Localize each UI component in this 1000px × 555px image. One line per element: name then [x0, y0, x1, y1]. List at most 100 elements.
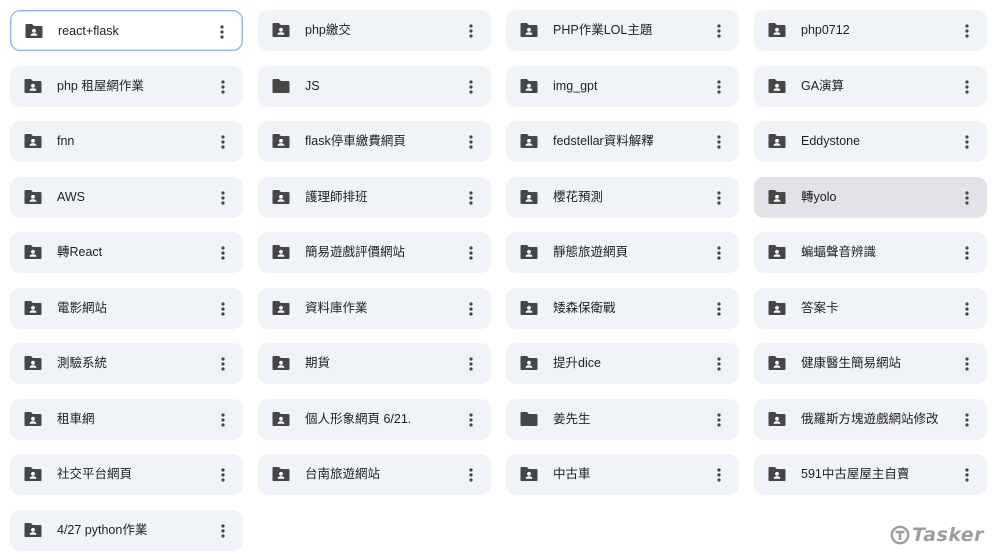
folder-name: 轉yolo — [801, 189, 837, 204]
more-vert-icon[interactable] — [711, 412, 727, 428]
folder-name: 591中古屋屋主自賣 — [801, 467, 910, 481]
shared-folder-icon — [24, 189, 42, 205]
more-vert-icon[interactable] — [959, 301, 975, 317]
shared-folder-icon — [24, 355, 42, 371]
folder-name: 個人形象網頁 6/21. — [305, 411, 412, 426]
more-vert-icon[interactable] — [463, 134, 479, 150]
more-vert-icon[interactable] — [959, 23, 975, 39]
more-vert-icon[interactable] — [463, 356, 479, 372]
tasker-watermark: Tasker — [890, 522, 984, 548]
folder-card[interactable]: 個人形象網頁 6/21. — [258, 398, 491, 440]
folder-card[interactable]: 簡易遊戲評價網站 — [258, 232, 491, 273]
folder-card[interactable]: flask停車繳費網頁 — [258, 121, 491, 162]
more-vert-icon[interactable] — [215, 523, 231, 539]
folder-card[interactable]: fnn — [10, 121, 243, 162]
folder-card[interactable]: react+flask — [10, 10, 243, 51]
folder-card[interactable]: Eddystone — [754, 121, 987, 162]
folder-card[interactable]: 姜先生 — [506, 398, 739, 440]
folder-card[interactable]: 測驗系統 — [10, 343, 243, 384]
more-vert-icon[interactable] — [463, 467, 479, 483]
folder-card[interactable]: GA演算 — [754, 65, 987, 107]
more-vert-icon[interactable] — [215, 301, 231, 317]
folder-card[interactable]: 591中古屋屋主自賣 — [754, 454, 987, 495]
folder-card[interactable]: 4/27 python作業 — [10, 509, 243, 551]
more-vert-icon[interactable] — [711, 467, 727, 483]
folder-card[interactable]: 資料庫作業 — [258, 287, 491, 329]
folder-name: 電影網站 — [57, 300, 108, 315]
shared-folder-icon — [768, 411, 786, 427]
folder-name: 提升dice — [553, 356, 601, 370]
folder-name: PHP作業LOL主題 — [553, 23, 653, 37]
folder-name: react+flask — [58, 24, 119, 38]
more-vert-icon[interactable] — [215, 134, 231, 150]
more-vert-icon[interactable] — [215, 79, 231, 95]
more-vert-icon[interactable] — [711, 23, 727, 39]
more-vert-icon[interactable] — [711, 190, 727, 206]
folder-card[interactable]: fedstellar資料解釋 — [506, 121, 739, 162]
more-vert-icon[interactable] — [463, 79, 479, 95]
more-vert-icon[interactable] — [215, 467, 231, 483]
shared-folder-icon — [768, 78, 786, 94]
folder-name: flask停車繳費網頁 — [305, 134, 406, 148]
more-vert-icon[interactable] — [711, 245, 727, 261]
folder-card[interactable]: 電影網站 — [10, 287, 243, 329]
folder-card[interactable]: AWS — [10, 176, 243, 218]
folder-card[interactable]: 期貨 — [258, 343, 491, 384]
more-vert-icon[interactable] — [463, 245, 479, 261]
more-vert-icon[interactable] — [463, 301, 479, 317]
folder-card[interactable]: 答案卡 — [754, 287, 987, 329]
folder-card[interactable]: php0712 — [754, 10, 987, 51]
more-vert-icon[interactable] — [214, 24, 230, 40]
more-vert-icon[interactable] — [959, 134, 975, 150]
folder-name: 簡易遊戲評價網站 — [305, 245, 406, 259]
folder-card[interactable]: php繳交 — [258, 10, 491, 51]
folder-card[interactable]: 護理師排班 — [258, 176, 491, 218]
more-vert-icon[interactable] — [215, 245, 231, 261]
more-vert-icon[interactable] — [463, 412, 479, 428]
folder-card[interactable]: 社交平台網頁 — [10, 454, 243, 495]
shared-folder-icon — [520, 466, 538, 482]
folder-card[interactable]: PHP作業LOL主題 — [506, 10, 739, 51]
shared-folder-icon — [520, 300, 538, 316]
folder-card[interactable]: 租車網 — [10, 398, 243, 440]
folder-name: 測驗系統 — [57, 356, 108, 370]
more-vert-icon[interactable] — [215, 190, 231, 206]
shared-folder-icon — [520, 78, 538, 94]
folder-card[interactable]: 俄羅斯方塊遊戲網站修改 — [754, 398, 987, 440]
folder-name: 中古車 — [553, 467, 591, 481]
folder-card[interactable]: 矮森保衛戰 — [506, 287, 739, 329]
more-vert-icon[interactable] — [959, 245, 975, 261]
shared-folder-icon — [768, 22, 786, 38]
more-vert-icon[interactable] — [463, 23, 479, 39]
shared-folder-icon — [24, 78, 42, 94]
shared-folder-icon — [24, 244, 42, 260]
folder-card[interactable]: 健康醫生簡易網站 — [754, 343, 987, 384]
folder-card[interactable]: 提升dice — [506, 343, 739, 384]
folder-card[interactable]: php 租屋網作業 — [10, 65, 243, 107]
folder-card[interactable]: JS — [258, 65, 491, 107]
more-vert-icon[interactable] — [711, 79, 727, 95]
folder-card[interactable]: 轉React — [10, 232, 243, 273]
more-vert-icon[interactable] — [215, 412, 231, 428]
more-vert-icon[interactable] — [959, 79, 975, 95]
folder-card[interactable]: 靜態旅遊網頁 — [506, 232, 739, 273]
folder-card[interactable]: 櫻花預測 — [506, 176, 739, 218]
more-vert-icon[interactable] — [215, 356, 231, 372]
folder-card[interactable]: 轉yolo — [754, 176, 987, 218]
more-vert-icon[interactable] — [711, 134, 727, 150]
shared-folder-icon — [272, 244, 290, 260]
more-vert-icon[interactable] — [463, 190, 479, 206]
more-vert-icon[interactable] — [711, 301, 727, 317]
more-vert-icon[interactable] — [959, 190, 975, 206]
more-vert-icon[interactable] — [959, 412, 975, 428]
folder-card[interactable]: 台南旅遊網站 — [258, 454, 491, 495]
folder-name: JS — [305, 78, 320, 93]
folder-card[interactable]: img_gpt — [506, 65, 739, 107]
more-vert-icon[interactable] — [959, 356, 975, 372]
folder-card[interactable]: 中古車 — [506, 454, 739, 495]
more-vert-icon[interactable] — [711, 356, 727, 372]
folder-card[interactable]: 蝙蝠聲音辨識 — [754, 232, 987, 273]
folder-name: 俄羅斯方塊遊戲網站修改 — [801, 411, 939, 426]
folder-name: 靜態旅遊網頁 — [553, 245, 629, 259]
more-vert-icon[interactable] — [959, 467, 975, 483]
